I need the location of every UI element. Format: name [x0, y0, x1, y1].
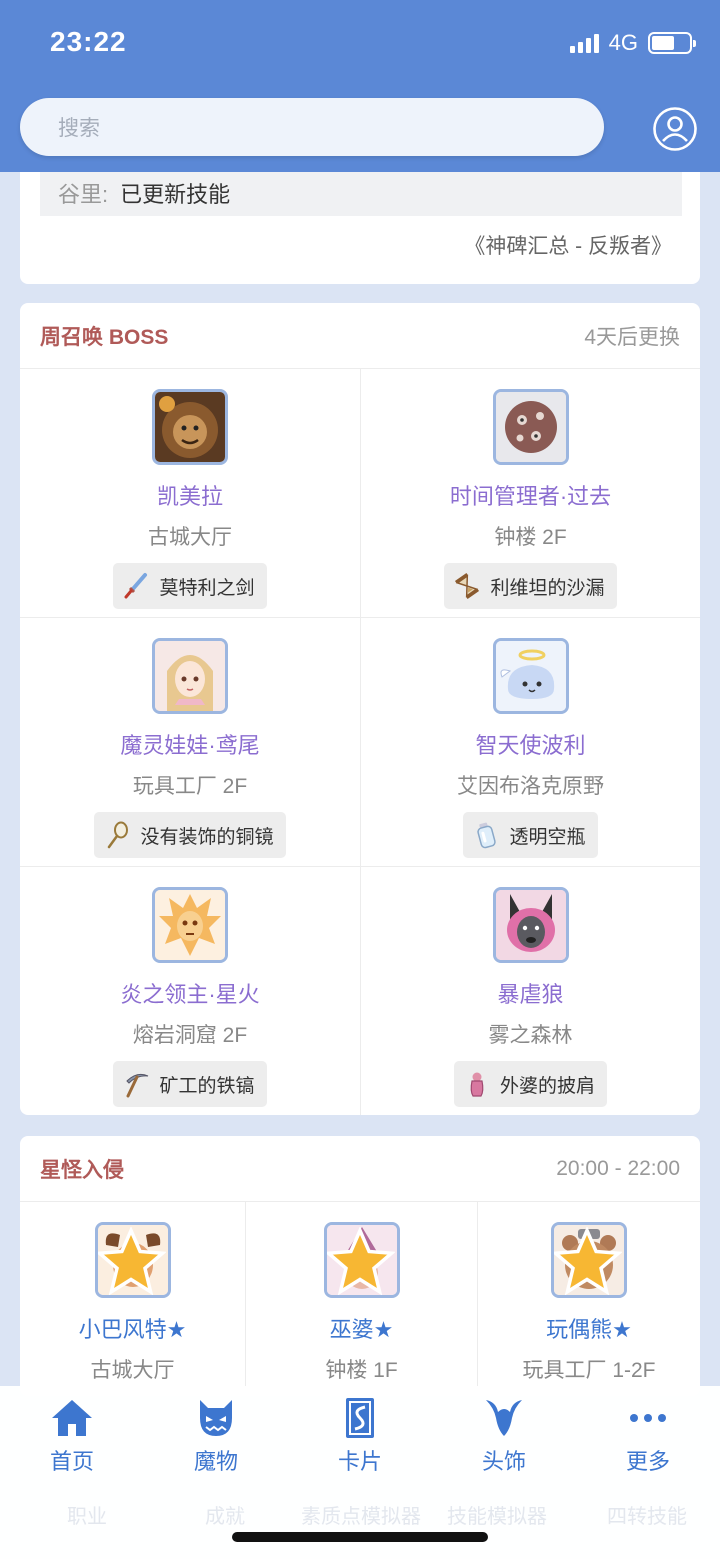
pickaxe-icon [126, 1073, 149, 1098]
drop-name: 透明空瓶 [509, 826, 586, 848]
news-entry[interactable]: 谷里: 已更新技能 [40, 170, 682, 216]
network-type: 4G [608, 30, 638, 55]
invasion-time: 20:00 - 22:00 [556, 1156, 680, 1180]
news-text: 已更新技能 [120, 182, 231, 207]
boss-item[interactable]: 凯美拉 古城大厅 莫特利之剑 [20, 369, 361, 618]
user-profile-icon[interactable] [652, 106, 698, 152]
news-source[interactable]: 《神碑汇总 - 反叛者》 [464, 230, 672, 260]
star-badge-icon [97, 1227, 166, 1295]
boss-name: 炎之领主·星火 [120, 982, 260, 1007]
star-monster-item[interactable]: 玩偶熊★ 玩具工厂 1-2F [478, 1202, 700, 1396]
drop-item[interactable]: 外婆的披肩 [453, 1061, 607, 1107]
search-input[interactable]: 搜索 [20, 98, 604, 156]
tab-label: 更多 [625, 1449, 670, 1474]
boss-name: 魔灵娃娃·鸢尾 [120, 733, 260, 758]
hourglass-icon [455, 572, 480, 600]
monster-location: 古城大厅 [90, 1359, 175, 1382]
home-indicator[interactable] [232, 1532, 488, 1542]
ghost-menu-item: 职业 [67, 1506, 107, 1528]
status-icons: 4G [569, 30, 696, 56]
news-name: 谷里: [58, 182, 109, 207]
boss-location: 钟楼 2F [494, 526, 567, 549]
boss-item[interactable]: 炎之领主·星火 熔岩洞窟 2F 矿工的铁镐 [20, 867, 361, 1115]
drop-name: 莫特利之剑 [159, 577, 255, 599]
tab-monster[interactable]: 魔物 [156, 1396, 276, 1476]
ghost-menu-item: 素质点模拟器 [301, 1506, 421, 1528]
lion-chimera-icon [152, 389, 228, 465]
boss-name: 暴虐狼 [497, 982, 564, 1007]
clock-boulder-icon [492, 389, 569, 465]
drop-name: 矿工的铁镐 [159, 1075, 255, 1097]
boss-name: 智天使波利 [475, 733, 586, 758]
weekly-boss-card: 周召唤 BOSS 4天后更换 凯美拉 古城大厅 莫特利之剑 时间管理者·过去 钟… [20, 303, 700, 1115]
headwear-icon [486, 1400, 522, 1436]
tab-card[interactable]: 卡片 [300, 1396, 420, 1476]
star-invasion-header: 星怪入侵 20:00 - 22:00 [20, 1136, 700, 1202]
boss-item[interactable]: 智天使波利 艾因布洛克原野 透明空瓶 [361, 618, 700, 867]
drop-item[interactable]: 莫特利之剑 [113, 563, 267, 609]
home-icon [52, 1400, 92, 1436]
monster-name: 小巴风特★ [78, 1317, 187, 1342]
bottle-icon [477, 822, 497, 849]
baphomet-jr-icon [94, 1222, 171, 1298]
teddy-bear-icon [551, 1222, 627, 1298]
boss-item[interactable]: 暴虐狼 雾之森林 外婆的披肩 [361, 867, 700, 1115]
boss-location: 玩具工厂 2F [132, 775, 248, 798]
monster-name: 玩偶熊★ [546, 1317, 632, 1342]
doll-icon [152, 638, 228, 714]
monster-name: 巫婆★ [329, 1317, 394, 1342]
ghost-menu-item: 成就 [205, 1506, 245, 1528]
ghost-menu-item: 技能模拟器 [447, 1506, 547, 1528]
battery-icon [648, 32, 696, 54]
shawl-icon [470, 1072, 484, 1097]
drop-name: 外婆的披肩 [499, 1075, 595, 1097]
tab-more[interactable]: 更多 [588, 1396, 708, 1476]
angel-poring-icon [492, 638, 569, 714]
boss-location: 艾因布洛克原野 [457, 775, 604, 798]
tab-label: 魔物 [193, 1449, 238, 1474]
boss-location: 雾之森林 [488, 1024, 573, 1047]
boss-location: 熔岩洞窟 2F [132, 1024, 248, 1047]
monster-location: 玩具工厂 1-2F [522, 1359, 656, 1382]
monster-location: 钟楼 1F [325, 1359, 398, 1382]
sword-icon [124, 573, 148, 599]
section-title: 星怪入侵 [40, 1158, 124, 1182]
boss-name: 时间管理者·过去 [449, 484, 612, 509]
signal-icon [569, 33, 599, 53]
boss-item[interactable]: 时间管理者·过去 钟楼 2F 利维坦的沙漏 [361, 369, 700, 618]
fire-lord-icon [152, 887, 228, 963]
weekly-boss-header: 周召唤 BOSS 4天后更换 [20, 303, 700, 369]
tab-home[interactable]: 首页 [12, 1396, 132, 1476]
drop-name: 利维坦的沙漏 [490, 577, 605, 599]
drop-item[interactable]: 矿工的铁镐 [113, 1061, 267, 1107]
tab-headwear[interactable]: 头饰 [444, 1396, 564, 1476]
tab-label: 首页 [49, 1449, 94, 1474]
section-title: 周召唤 BOSS [40, 325, 169, 349]
refresh-countdown: 4天后更换 [584, 325, 680, 349]
more-icon [630, 1414, 666, 1422]
drop-item[interactable]: 没有装饰的铜镜 [94, 812, 286, 858]
app-header: 23:22 4G 搜索 [0, 0, 720, 172]
witch-icon [323, 1222, 400, 1298]
wolf-grandma-icon [492, 887, 569, 963]
drop-item[interactable]: 透明空瓶 [463, 812, 598, 858]
status-time: 23:22 [50, 26, 127, 57]
drop-item[interactable]: 利维坦的沙漏 [444, 563, 617, 609]
ghost-menu-item: 四转技能 [607, 1506, 687, 1528]
monster-icon [200, 1400, 232, 1436]
star-badge-icon [326, 1227, 395, 1295]
mirror-icon [108, 821, 129, 849]
boss-name: 凯美拉 [156, 484, 223, 509]
tab-label: 卡片 [337, 1449, 382, 1474]
card-icon [346, 1398, 374, 1438]
star-monster-item[interactable]: 巫婆★ 钟楼 1F [246, 1202, 478, 1396]
boss-item[interactable]: 魔灵娃娃·鸢尾 玩具工厂 2F 没有装饰的铜镜 [20, 618, 361, 867]
star-invasion-card: 星怪入侵 20:00 - 22:00 小巴风特★ 古城大厅 巫婆★ 钟楼 1F [20, 1136, 700, 1396]
tab-label: 头饰 [481, 1449, 526, 1474]
star-badge-icon [554, 1227, 622, 1295]
drop-name: 没有装饰的铜镜 [140, 826, 274, 848]
boss-location: 古城大厅 [148, 526, 232, 549]
star-monster-item[interactable]: 小巴风特★ 古城大厅 [20, 1202, 246, 1396]
